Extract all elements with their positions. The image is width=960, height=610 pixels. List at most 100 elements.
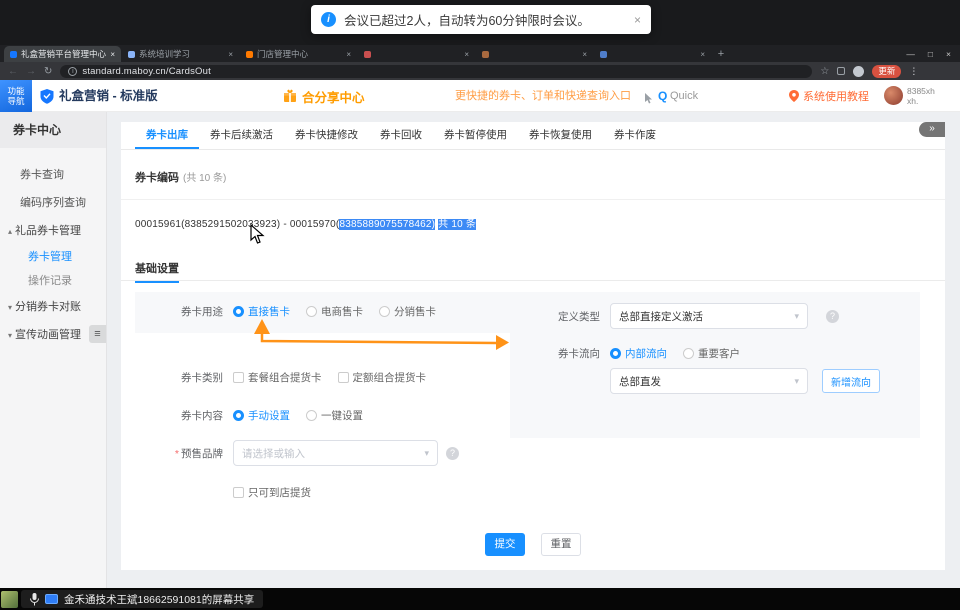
tutorial-link[interactable]: 系统使用教程 bbox=[789, 80, 869, 112]
tab-title: 系统培训学习 bbox=[139, 48, 225, 60]
chrome-update-chip[interactable]: 更新 bbox=[872, 65, 901, 78]
share-status-pill: 金禾通技术王斌18662591081的屏幕共享 bbox=[21, 590, 263, 608]
function-nav-button[interactable]: 功能 导航 bbox=[0, 80, 32, 112]
share-text: 金禾通技术王斌18662591081的屏幕共享 bbox=[64, 592, 254, 607]
share-center-link[interactable]: 合分享中心 bbox=[283, 80, 365, 112]
update-label: 更新 bbox=[878, 65, 895, 77]
extensions-icon[interactable] bbox=[837, 67, 845, 75]
window-close-button[interactable]: × bbox=[946, 49, 951, 59]
url-bar[interactable]: i standard.maboy.cn/CardsOut bbox=[60, 65, 812, 78]
function-nav-label-bottom: 导航 bbox=[0, 96, 32, 106]
field-definition-type: 定义类型 总部直接定义激活 ▾ ? bbox=[510, 303, 920, 329]
user-name: 8385xh xh. bbox=[907, 86, 935, 106]
add-flow-button[interactable]: 新增流向 bbox=[822, 369, 880, 393]
sidebar-item-card-management[interactable]: 券卡管理 bbox=[0, 245, 106, 269]
card-code-range[interactable]: 00015961(8385291502033923) - 00015970(83… bbox=[135, 215, 476, 230]
sidebar-collapse-toggle[interactable]: ≡ bbox=[89, 325, 106, 343]
code-selected-count: 共 10 条 bbox=[438, 219, 476, 230]
radio-on-icon bbox=[610, 348, 621, 359]
function-nav-label-top: 功能 bbox=[0, 86, 32, 96]
sidebar-group-label: 宣传动画管理 bbox=[15, 329, 81, 341]
tab-close-icon[interactable]: × bbox=[700, 50, 705, 59]
browser-profile-icon[interactable] bbox=[853, 66, 864, 77]
browser-tab-2[interactable]: 系统培训学习 × bbox=[122, 46, 239, 62]
code-text: 00015961(8385291502033923) - 00015970( bbox=[135, 219, 339, 230]
checkbox-combo-pickup-card[interactable]: 套餐组合提货卡 bbox=[233, 370, 322, 385]
sidebar-group-gift-card-mgmt[interactable]: ▴礼品券卡管理 bbox=[0, 217, 106, 245]
browser-tab-3[interactable]: 门店管理中心 × bbox=[240, 46, 357, 62]
radio-label: 一键设置 bbox=[321, 408, 363, 423]
tab-close-icon[interactable]: × bbox=[228, 50, 233, 59]
tab-card-void[interactable]: 券卡作废 bbox=[603, 122, 667, 149]
site-info-icon[interactable]: i bbox=[68, 67, 77, 76]
sidebar-item-card-query[interactable]: 券卡查询 bbox=[0, 161, 106, 189]
presale-brand-select[interactable]: 请选择或输入 ▾ bbox=[233, 440, 438, 466]
help-icon[interactable]: ? bbox=[446, 447, 459, 460]
tab-card-recycle[interactable]: 券卡回收 bbox=[369, 122, 433, 149]
promo-text: 更快捷的券卡、订单和快递查询入口 bbox=[455, 80, 631, 112]
code-count: (共 10 条) bbox=[183, 173, 226, 184]
field-store-only: 只可到店提货 bbox=[135, 485, 510, 500]
tab-card-quick-edit[interactable]: 券卡快捷修改 bbox=[284, 122, 369, 149]
sidebar-item-code-sequence-query[interactable]: 编码序列查询 bbox=[0, 189, 106, 217]
radio-one-click-setup[interactable]: 一键设置 bbox=[306, 408, 363, 423]
share-user-avatar bbox=[1, 591, 18, 608]
checkbox-store-pickup-only[interactable]: 只可到店提货 bbox=[233, 485, 311, 500]
browser-tab-1[interactable]: 礼盒营销平台管理中心 × bbox=[4, 46, 121, 62]
pointer-icon bbox=[645, 91, 654, 109]
submit-button[interactable]: 提交 bbox=[485, 533, 525, 556]
caret-down-icon: ▾ bbox=[8, 331, 12, 340]
radio-direct-sale[interactable]: 直接售卡 bbox=[233, 304, 290, 319]
toast-message: 会议已超过2人，自动转为60分钟限时会议。 bbox=[344, 10, 590, 29]
radio-distribution-sale[interactable]: 分销售卡 bbox=[379, 304, 436, 319]
chevron-down-icon: ▾ bbox=[794, 376, 799, 387]
url-text: standard.maboy.cn/CardsOut bbox=[82, 66, 211, 77]
field-presale-brand: *预售品牌 请选择或输入 ▾ ? bbox=[135, 440, 510, 466]
browser-tab-4[interactable]: × bbox=[358, 46, 475, 62]
radio-internal-flow[interactable]: 内部流向 bbox=[610, 346, 667, 361]
tab-card-suspend[interactable]: 券卡暂停使用 bbox=[433, 122, 518, 149]
browser-menu-icon[interactable]: ⋮ bbox=[909, 66, 918, 77]
location-pin-icon bbox=[789, 90, 799, 102]
main-area: » 券卡出库 券卡后续激活 券卡快捷修改 券卡回收 券卡暂停使用 券卡恢复使用 … bbox=[107, 112, 960, 588]
tab-favicon-icon bbox=[600, 51, 607, 58]
tab-close-icon[interactable]: × bbox=[464, 50, 469, 59]
reload-icon[interactable]: ↻ bbox=[44, 66, 52, 77]
browser-tab-6[interactable]: × bbox=[594, 46, 711, 62]
tab-card-resume[interactable]: 券卡恢复使用 bbox=[518, 122, 603, 149]
tab-card-later-activate[interactable]: 券卡后续激活 bbox=[199, 122, 284, 149]
radio-key-customer[interactable]: 重要客户 bbox=[683, 346, 740, 361]
radio-manual-setup[interactable]: 手动设置 bbox=[233, 408, 290, 423]
sidebar-group-distribution-reconcile[interactable]: ▾分销券卡对账 bbox=[0, 293, 106, 321]
panel-collapse-button[interactable]: » bbox=[919, 122, 945, 137]
user-avatar[interactable] bbox=[884, 86, 903, 105]
forward-icon[interactable]: → bbox=[26, 66, 36, 77]
tab-card-outbound[interactable]: 券卡出库 bbox=[135, 122, 199, 149]
checkbox-label: 定额组合提货卡 bbox=[353, 370, 427, 385]
window-maximize-button[interactable]: □ bbox=[928, 49, 933, 59]
field-label: 券卡内容 bbox=[135, 408, 223, 423]
quick-link[interactable]: Quick bbox=[670, 80, 698, 112]
tab-close-icon[interactable]: × bbox=[346, 50, 351, 59]
new-tab-button[interactable]: + bbox=[712, 46, 730, 62]
checkbox-fixed-combo-pickup-card[interactable]: 定额组合提货卡 bbox=[338, 370, 427, 385]
radio-label: 重要客户 bbox=[698, 346, 740, 361]
browser-tab-5[interactable]: × bbox=[476, 46, 593, 62]
radio-off-icon bbox=[306, 410, 317, 421]
tab-title: 礼盒营销平台管理中心 bbox=[21, 48, 107, 60]
reset-button[interactable]: 重置 bbox=[541, 533, 581, 556]
code-section-title: 券卡编码(共 10 条) bbox=[135, 169, 226, 185]
definition-type-select[interactable]: 总部直接定义激活 ▾ bbox=[610, 303, 808, 329]
tab-close-icon[interactable]: × bbox=[582, 50, 587, 59]
radio-ecommerce-sale[interactable]: 电商售卡 bbox=[306, 304, 363, 319]
bookmark-star-icon[interactable]: ☆ bbox=[820, 66, 829, 77]
help-icon[interactable]: ? bbox=[826, 310, 839, 323]
tab-favicon-icon bbox=[364, 51, 371, 58]
back-icon[interactable]: ← bbox=[8, 66, 18, 77]
tab-close-icon[interactable]: × bbox=[110, 50, 115, 59]
toast-close-icon[interactable]: × bbox=[624, 13, 641, 27]
radio-label: 直接售卡 bbox=[248, 304, 290, 319]
flow-target-select[interactable]: 总部直发 ▾ bbox=[610, 368, 808, 394]
sidebar-item-operation-log[interactable]: 操作记录 bbox=[0, 269, 106, 293]
window-minimize-button[interactable]: — bbox=[906, 49, 915, 59]
